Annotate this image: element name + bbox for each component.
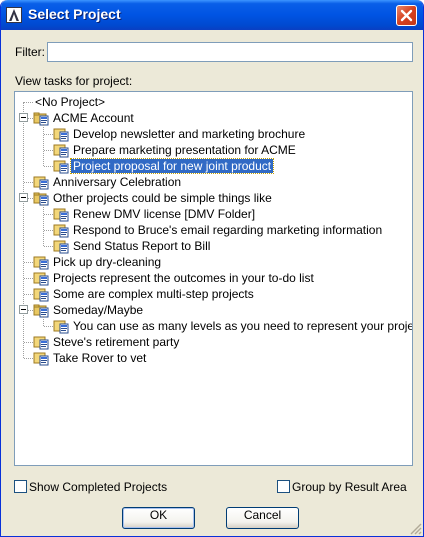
project-folder-icon xyxy=(33,190,49,206)
tree-line xyxy=(43,316,44,326)
tree-row[interactable]: You can use as many levels as you need t… xyxy=(15,318,412,334)
tree-line xyxy=(24,262,33,263)
tree-line xyxy=(44,150,53,151)
tree-item-label[interactable]: Take Rover to vet xyxy=(51,351,148,365)
project-icon xyxy=(33,270,49,286)
tree-line xyxy=(24,294,33,295)
tree-line xyxy=(44,246,53,247)
project-icon xyxy=(53,238,69,254)
tree-item-label[interactable]: Projects represent the outcomes in your … xyxy=(51,271,316,285)
project-icon xyxy=(53,142,69,158)
show-completed-label[interactable]: Show Completed Projects xyxy=(29,480,167,494)
group-by-area-label[interactable]: Group by Result Area xyxy=(292,480,407,494)
project-icon xyxy=(33,350,49,366)
tree-row[interactable]: Some are complex multi-step projects xyxy=(15,286,412,302)
tree-row[interactable]: Projects represent the outcomes in your … xyxy=(15,270,412,286)
tree-row[interactable]: Pick up dry-cleaning xyxy=(15,254,412,270)
tree-line xyxy=(44,166,53,167)
tree-item-label[interactable]: Project proposal for new joint product xyxy=(69,158,275,174)
tree-line xyxy=(24,342,33,343)
project-icon xyxy=(33,174,49,190)
tree-line xyxy=(44,230,53,231)
tree-row[interactable]: Prepare marketing presentation for ACME xyxy=(15,142,412,158)
window-title: Select Project xyxy=(28,6,121,22)
tree-item-label[interactable]: You can use as many levels as you need t… xyxy=(71,319,412,333)
tree-row[interactable]: ACME Account xyxy=(15,110,412,126)
project-folder-icon xyxy=(33,302,49,318)
filter-input[interactable] xyxy=(47,42,413,62)
tree-row[interactable]: Project proposal for new joint product xyxy=(15,158,412,174)
tree-line xyxy=(44,214,53,215)
tree-line xyxy=(24,278,33,279)
tree-line xyxy=(44,326,53,327)
project-icon xyxy=(53,318,69,334)
project-icon xyxy=(33,254,49,270)
show-completed-checkbox[interactable] xyxy=(14,480,27,493)
tree-item-label[interactable]: Respond to Bruce's email regarding marke… xyxy=(71,223,384,237)
tree-row[interactable]: Develop newsletter and marketing brochur… xyxy=(15,126,412,142)
tree-row[interactable]: Steve's retirement party xyxy=(15,334,412,350)
tree-item-label[interactable]: Other projects could be simple things li… xyxy=(51,191,274,205)
project-icon xyxy=(33,334,49,350)
collapse-toggle-icon[interactable] xyxy=(19,193,28,202)
tree-item-label[interactable]: Some are complex multi-step projects xyxy=(51,287,256,301)
tree-item-label[interactable]: Renew DMV license [DMV Folder] xyxy=(71,207,257,221)
tree-row[interactable]: Anniversary Celebration xyxy=(15,174,412,190)
title-bar[interactable]: Select Project xyxy=(1,0,423,30)
tree-row[interactable]: Someday/Maybe xyxy=(15,302,412,318)
ok-button[interactable]: OK xyxy=(122,507,195,529)
tree-item-label[interactable]: Send Status Report to Bill xyxy=(71,239,212,253)
tree-line xyxy=(24,358,33,359)
collapse-toggle-icon[interactable] xyxy=(19,113,28,122)
resize-grip-icon[interactable] xyxy=(408,521,422,535)
tree-item-label[interactable]: Someday/Maybe xyxy=(51,303,145,317)
tree-label: View tasks for project: xyxy=(15,74,133,88)
select-project-dialog: Select Project Filter: View tasks for pr… xyxy=(0,0,424,537)
tree-row[interactable]: Take Rover to vet xyxy=(15,350,412,366)
group-by-area-checkbox[interactable] xyxy=(277,480,290,493)
tree-row[interactable]: Respond to Bruce's email regarding marke… xyxy=(15,222,412,238)
project-icon xyxy=(53,222,69,238)
tree-item-label[interactable]: Steve's retirement party xyxy=(51,335,181,349)
close-icon xyxy=(400,9,413,22)
tree-item-label[interactable]: <No Project> xyxy=(33,95,107,109)
tree-line xyxy=(43,124,44,166)
tree-row[interactable]: Send Status Report to Bill xyxy=(15,238,412,254)
tree-line xyxy=(24,102,33,103)
project-icon xyxy=(53,126,69,142)
filter-label: Filter: xyxy=(15,45,45,59)
close-button[interactable] xyxy=(396,5,417,26)
tree-line xyxy=(24,182,33,183)
project-icon xyxy=(33,286,49,302)
tree-item-label[interactable]: ACME Account xyxy=(51,111,136,125)
tree-row[interactable]: <No Project> xyxy=(15,94,412,110)
tree-row[interactable]: Renew DMV license [DMV Folder] xyxy=(15,206,412,222)
tree-item-label[interactable]: Prepare marketing presentation for ACME xyxy=(71,143,298,157)
project-tree[interactable]: <No Project> ACME Account Develop newslett… xyxy=(14,91,413,466)
tree-line xyxy=(43,204,44,246)
tree-item-label[interactable]: Develop newsletter and marketing brochur… xyxy=(71,127,307,141)
tree-line xyxy=(44,134,53,135)
tree-item-label[interactable]: Anniversary Celebration xyxy=(51,175,183,189)
tree-item-label[interactable]: Pick up dry-cleaning xyxy=(51,255,163,269)
project-icon xyxy=(53,206,69,222)
tree-row[interactable]: Other projects could be simple things li… xyxy=(15,190,412,206)
project-folder-icon xyxy=(33,110,49,126)
collapse-toggle-icon[interactable] xyxy=(19,305,28,314)
app-icon xyxy=(6,7,22,23)
cancel-button[interactable]: Cancel xyxy=(226,507,299,529)
project-icon xyxy=(53,158,69,174)
